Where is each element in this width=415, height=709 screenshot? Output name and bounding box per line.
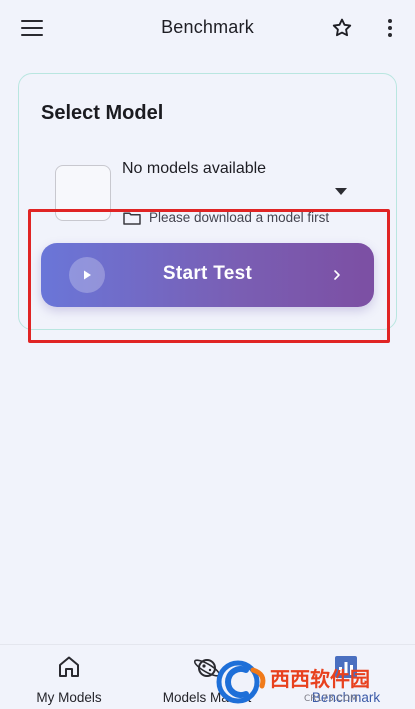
nav-item-models-market[interactable]: Models Market — [147, 645, 267, 709]
card-title: Select Model — [41, 102, 164, 124]
chevron-right-icon — [329, 265, 345, 285]
download-hint: Please download a model first — [123, 210, 329, 225]
chart-icon — [335, 656, 357, 678]
nav-label: Benchmark — [311, 690, 381, 705]
folder-icon — [123, 211, 141, 225]
nav-label: My Models — [36, 690, 102, 705]
star-outline-icon — [332, 18, 352, 37]
more-vertical-icon-dot — [388, 19, 392, 23]
hint-text: Please download a model first — [149, 210, 330, 225]
dropdown-arrow-icon[interactable] — [335, 188, 347, 195]
nav-label: Models Market — [162, 690, 252, 705]
favorite-button[interactable] — [328, 14, 356, 42]
model-dropdown-label[interactable]: No models available — [122, 160, 266, 178]
more-vertical-icon-dot — [388, 33, 392, 37]
nav-item-my-models[interactable]: My Models — [9, 645, 129, 709]
planet-icon — [193, 659, 221, 677]
app-bar: Benchmark — [0, 0, 415, 56]
select-model-card: Select Model No models available Please … — [18, 73, 397, 330]
more-vertical-icon-dot — [388, 26, 392, 30]
start-test-button[interactable]: Start Test — [41, 243, 374, 307]
home-icon — [59, 656, 79, 677]
start-test-label: Start Test — [162, 263, 253, 284]
nav-item-benchmark[interactable]: Benchmark — [286, 645, 406, 709]
model-thumbnail — [55, 165, 111, 221]
bottom-navigation: My Models Models Market Benchmark — [0, 644, 415, 709]
more-options-button[interactable] — [378, 14, 402, 42]
